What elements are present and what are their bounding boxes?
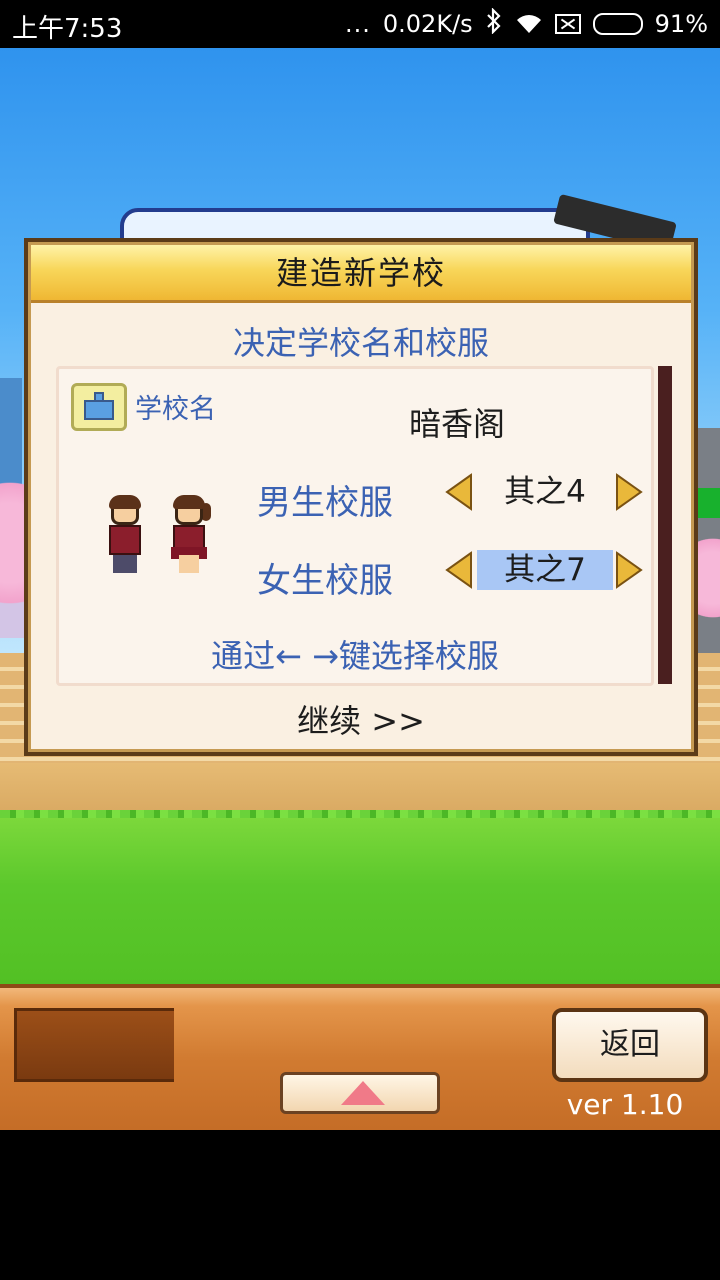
dialog-title: 建造新学校 — [31, 245, 691, 303]
info-slot — [14, 1008, 174, 1082]
boy-uniform-label: 男生校服 — [257, 483, 393, 523]
grass-field — [0, 818, 720, 988]
signal-dots: ... — [345, 10, 371, 38]
boy-student-sprite — [103, 495, 147, 577]
uniform-hint-text: 通过← →键选择校服 — [211, 637, 499, 675]
expand-up-button[interactable] — [280, 1072, 440, 1114]
school-icon — [71, 383, 127, 431]
settings-panel: 学校名 暗香阁 男生校服 其之4 女生校服 其之7 通过← →键选择校服 — [56, 366, 654, 686]
battery-percent: 91% — [654, 10, 708, 38]
girl-uniform-value: 其之7 — [477, 550, 613, 590]
status-time: 上午7:53 — [12, 14, 123, 44]
girl-uniform-prev-button[interactable] — [445, 551, 473, 589]
status-bar: 上午7:53 ... 0.02K/s 91% — [0, 0, 720, 48]
new-school-dialog: 建造新学校 决定学校名和校服 学校名 暗香阁 男生校服 其之4 女生校服 其之7… — [24, 238, 698, 756]
boy-uniform-value: 其之4 — [504, 474, 586, 510]
right-building-sign — [698, 488, 720, 518]
network-speed: 0.02K/s — [382, 10, 473, 38]
boy-uniform-prev-button[interactable] — [445, 473, 473, 511]
school-name-label: 学校名 — [135, 394, 216, 425]
panel-scrollbar[interactable] — [658, 366, 672, 684]
school-name-field[interactable]: 暗香阁 — [409, 399, 505, 445]
bottom-bar: 返回 ver 1.10 — [0, 984, 720, 1130]
no-sim-icon — [554, 14, 581, 34]
bluetooth-icon — [485, 7, 503, 40]
girl-uniform-label: 女生校服 — [257, 561, 393, 601]
status-icons: ... 0.02K/s 91% — [345, 7, 708, 40]
continue-button[interactable]: 继续 >> — [28, 696, 694, 742]
girl-uniform-next-button[interactable] — [615, 551, 643, 589]
up-arrow-icon — [341, 1081, 385, 1105]
girl-student-sprite — [167, 495, 211, 577]
version-label: ver 1.10 — [566, 1088, 684, 1121]
boy-uniform-next-button[interactable] — [615, 473, 643, 511]
dialog-subtitle: 决定学校名和校服 — [232, 324, 489, 362]
back-button[interactable]: 返回 — [552, 1008, 708, 1082]
battery-icon — [592, 13, 643, 35]
wifi-icon — [515, 13, 543, 35]
